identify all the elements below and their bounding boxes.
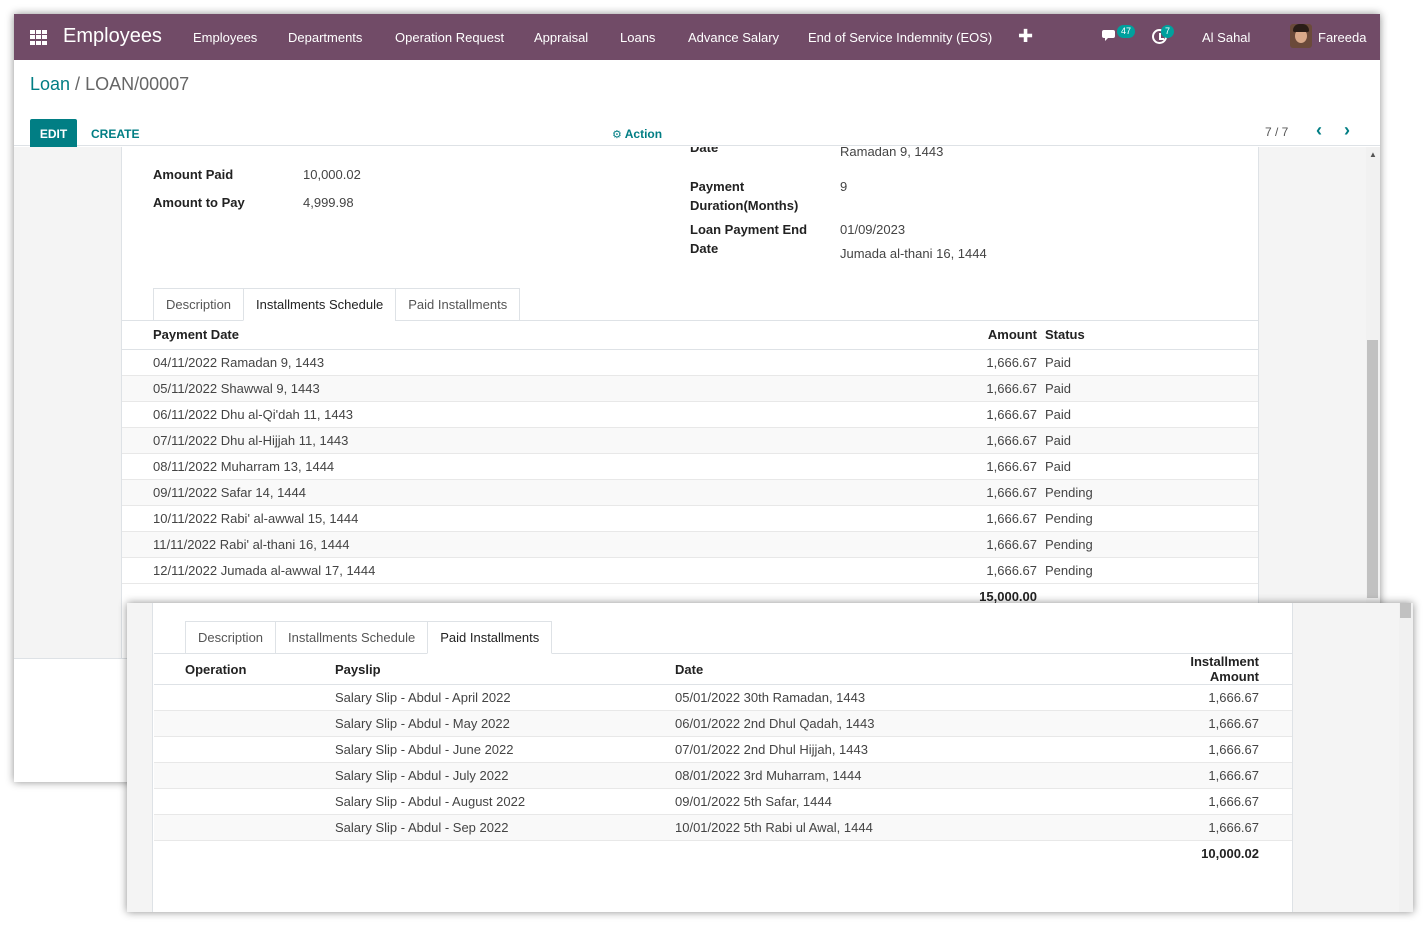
end-date-value: 01/09/2023 <box>840 222 906 237</box>
table-row[interactable]: 09/11/2022 Safar 14, 1444 1,666.67 Pending <box>122 479 1258 506</box>
menu-eos[interactable]: End of Service Indemnity (EOS) <box>808 30 992 45</box>
activities-badge: 7 <box>1161 25 1175 38</box>
amount-paid-label: Amount Paid <box>153 167 234 182</box>
menu-departments[interactable]: Departments <box>288 30 362 45</box>
paid-installments-table: Operation Payslip Date Installment Amoun… <box>154 654 1292 867</box>
pager-value[interactable]: 7 / 7 <box>1265 125 1288 139</box>
overlay-tab-paid-installments[interactable]: Paid Installments <box>427 621 553 654</box>
table-row[interactable]: Salary Slip - Abdul - May 2022 06/01/2022… <box>154 710 1292 737</box>
start-date-label: Date <box>690 147 719 155</box>
messages-badge: 47 <box>1117 25 1136 38</box>
menu-advance-salary[interactable]: Advance Salary <box>688 30 779 45</box>
breadcrumb-current: LOAN/00007 <box>85 74 190 94</box>
menu-operation-request[interactable]: Operation Request <box>395 30 504 45</box>
table-row[interactable]: Salary Slip - Abdul - Sep 2022 10/01/2022… <box>154 814 1292 841</box>
company-switcher[interactable]: Al Sahal <box>1202 30 1250 45</box>
col-status[interactable]: Status <box>1045 321 1258 350</box>
notebook-tabs: Description Installments Schedule Paid I… <box>153 288 521 321</box>
table-row[interactable]: 04/11/2022 Ramadan 9, 1443 1,666.67 Paid <box>122 349 1258 376</box>
start-date-hijri: Ramadan 9, 1443 <box>840 147 944 159</box>
scroll-up-arrow-icon[interactable]: ▲ <box>1369 150 1377 159</box>
table-row[interactable]: Salary Slip - Abdul - June 2022 07/01/202… <box>154 736 1292 763</box>
breadcrumb-loan[interactable]: Loan <box>30 74 70 94</box>
overlay-tab-installments-schedule[interactable]: Installments Schedule <box>275 621 429 654</box>
action-label: Action <box>624 127 663 141</box>
col-payment-date[interactable]: Payment Date <box>153 321 949 350</box>
table-row[interactable]: Salary Slip - Abdul - August 2022 09/01/2… <box>154 788 1292 815</box>
col-payslip[interactable]: Payslip <box>335 654 675 685</box>
overlay-tab-description[interactable]: Description <box>185 621 277 654</box>
table-header: Payment Date Amount Status <box>122 321 1258 350</box>
table-row[interactable]: 06/11/2022 Dhu al-Qi'dah 11, 1443 1,666.6… <box>122 401 1258 428</box>
amount-to-pay-value: 4,999.98 <box>303 195 354 210</box>
top-navbar: Employees Employees Departments Operatio… <box>14 14 1380 60</box>
table-row[interactable]: 11/11/2022 Rabi' al-thani 16, 1444 1,666.… <box>122 531 1258 558</box>
payment-duration-value: 9 <box>840 179 848 194</box>
tab-description[interactable]: Description <box>153 288 245 321</box>
amount-to-pay-label: Amount to Pay <box>153 195 245 210</box>
overlay-right-margin <box>1292 603 1399 912</box>
chevron-left-icon[interactable]: ‹ <box>1316 120 1322 141</box>
overlay-scrollbar[interactable] <box>1399 603 1413 912</box>
menu-employees[interactable]: Employees <box>193 30 257 45</box>
end-date-label: Loan Payment End Date <box>690 222 808 256</box>
tab-installments-schedule[interactable]: Installments Schedule <box>243 288 397 321</box>
user-menu[interactable]: Fareeda <box>1318 30 1366 45</box>
main-scrollbar-thumb[interactable] <box>1367 340 1378 598</box>
paid-total: 10,000.02 <box>1145 840 1259 867</box>
payment-duration-label: Payment Duration(Months) <box>690 179 799 213</box>
installments-table: Payment Date Amount Status 04/11/2022 Ra… <box>122 321 1258 609</box>
table-total-row: 10,000.02 <box>154 840 1292 867</box>
avatar[interactable] <box>1290 24 1312 48</box>
create-button[interactable]: CREATE <box>91 127 139 141</box>
menu-loans[interactable]: Loans <box>620 30 655 45</box>
tab-paid-installments[interactable]: Paid Installments <box>395 288 521 321</box>
table-row[interactable]: Salary Slip - Abdul - April 2022 05/01/20… <box>154 684 1292 711</box>
overlay-left-margin <box>127 603 153 912</box>
table-row[interactable]: 07/11/2022 Dhu al-Hijjah 11, 1443 1,666.6… <box>122 427 1258 454</box>
overlay-window: Description Installments Schedule Paid I… <box>127 603 1413 912</box>
amount-paid-value: 10,000.02 <box>303 167 361 182</box>
col-amount[interactable]: Amount <box>949 321 1037 350</box>
menu-appraisal[interactable]: Appraisal <box>534 30 588 45</box>
gear-icon: ⚙ <box>612 129 622 141</box>
col-installment-amount[interactable]: Installment Amount <box>1145 654 1259 685</box>
breadcrumb: Loan / LOAN/00007 <box>30 74 189 95</box>
breadcrumb-separator: / <box>70 74 86 94</box>
end-date-hijri: Jumada al-thani 16, 1444 <box>840 246 987 261</box>
plus-icon[interactable]: ✚ <box>1018 26 1033 47</box>
table-row[interactable]: 08/11/2022 Muharram 13, 1444 1,666.67 Paid <box>122 453 1258 480</box>
form-sheet: Amount Paid 10,000.02 Amount to Pay 4,99… <box>121 147 1259 658</box>
chat-icon[interactable] <box>1102 29 1118 43</box>
chevron-right-icon[interactable]: › <box>1344 120 1350 141</box>
table-row[interactable]: 05/11/2022 Shawwal 9, 1443 1,666.67 Paid <box>122 375 1258 402</box>
overlay-notebook-tabs: Description Installments Schedule Paid I… <box>185 621 553 654</box>
table-row[interactable]: Salary Slip - Abdul - July 2022 08/01/202… <box>154 762 1292 789</box>
app-title[interactable]: Employees <box>63 25 162 48</box>
control-panel: Loan / LOAN/00007 EDIT CREATE ⚙ Action 7… <box>14 60 1380 149</box>
overlay-scrollbar-thumb[interactable] <box>1400 603 1411 618</box>
table-header: Operation Payslip Date Installment Amoun… <box>154 654 1292 685</box>
edit-button[interactable]: EDIT <box>30 119 77 149</box>
table-row[interactable]: 10/11/2022 Rabi' al-awwal 15, 1444 1,666.… <box>122 505 1258 532</box>
action-dropdown[interactable]: ⚙ Action <box>612 127 662 141</box>
col-date[interactable]: Date <box>675 654 1145 685</box>
col-operation[interactable]: Operation <box>185 654 335 685</box>
apps-grid-icon[interactable] <box>30 30 47 45</box>
table-row[interactable]: 12/11/2022 Jumada al-awwal 17, 1444 1,666… <box>122 557 1258 584</box>
